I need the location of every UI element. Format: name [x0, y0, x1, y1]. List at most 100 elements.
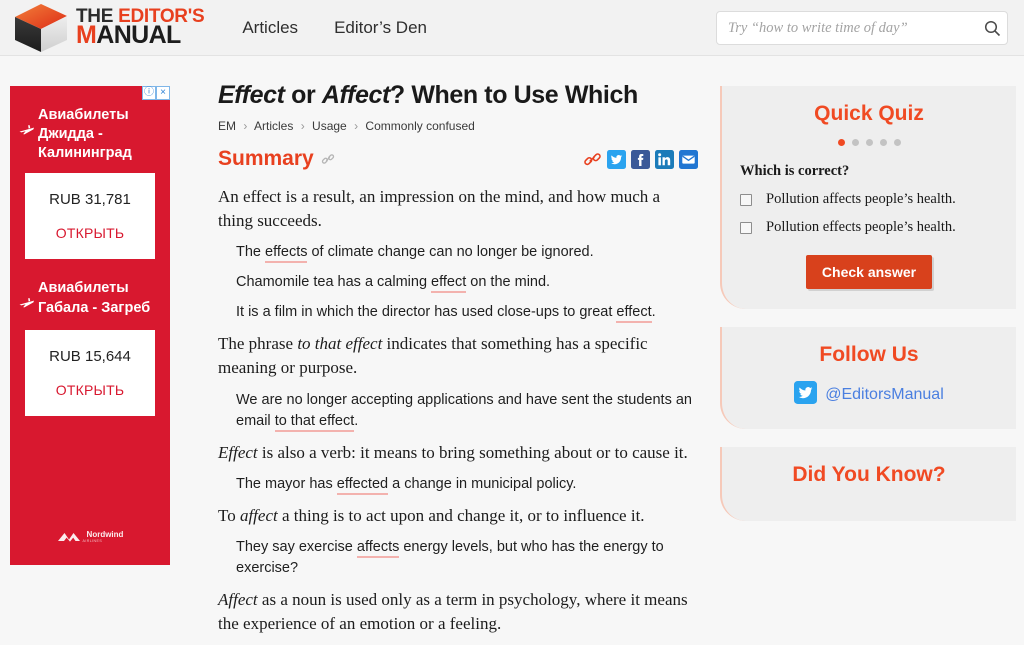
share-icons	[583, 149, 698, 169]
example-post: of climate change can no longer be ignor…	[307, 244, 594, 261]
right-sidebar: Quick Quiz Which is correct? Pollution a…	[720, 86, 1016, 521]
nordwind-mark-icon	[57, 533, 80, 542]
article-body: An effect is a result, an impression on …	[218, 185, 698, 636]
airplane-icon	[18, 122, 36, 146]
definition-pre: To	[218, 505, 240, 525]
ad-heading: Авиабилеты Габала - Загреб	[38, 280, 151, 316]
ad-offer-card[interactable]: RUB 31,781 ОТКРЫТЬ	[25, 173, 155, 260]
linkedin-share-icon[interactable]	[655, 149, 674, 169]
ad-cta-button[interactable]: ОТКРЫТЬ	[56, 382, 124, 398]
quiz-checkbox-2[interactable]	[740, 221, 752, 234]
quiz-dot-4[interactable]	[879, 139, 887, 146]
definition-emphasis: Effect	[218, 442, 258, 462]
search-box[interactable]	[716, 11, 1008, 45]
ad-brand-logo: Nordwind AIRLINES	[10, 531, 170, 543]
twitter-share-icon[interactable]	[607, 149, 626, 169]
ad-brand-sub: AIRLINES	[82, 539, 103, 543]
nav-item-articles[interactable]: Articles	[242, 18, 298, 38]
definition-post: a thing is to act upon and change it, or…	[277, 505, 645, 525]
definition-emphasis: affect	[239, 505, 278, 525]
example-sentence: The mayor has effected a change in munic…	[236, 474, 698, 495]
facebook-share-icon[interactable]	[631, 149, 650, 169]
summary-heading-label: Summary	[218, 147, 314, 170]
example-sentence: The effects of climate change can no lon…	[236, 242, 698, 264]
ad-brand-name: Nordwind	[86, 530, 124, 539]
example-pre: Chamomile tea has a calming	[236, 274, 432, 291]
twitter-icon	[794, 381, 818, 409]
example-highlight: effect	[431, 274, 467, 294]
logo-wordmark: THE EDITOR'S MANUAL	[76, 7, 205, 49]
ad-info-icon[interactable]: ⓘ	[142, 86, 156, 100]
ad-block-1[interactable]: Авиабилеты Джидда - Калининград RUB 31,7…	[10, 86, 170, 260]
site-logo[interactable]: THE EDITOR'S MANUAL	[10, 0, 205, 56]
example-post: a change in municipal policy.	[388, 475, 577, 492]
search-input[interactable]	[717, 19, 977, 37]
breadcrumb-item-em[interactable]: EM	[218, 119, 236, 133]
definition-emphasis: to that effect	[297, 334, 383, 354]
breadcrumb-separator: ›	[243, 119, 248, 133]
check-answer-button[interactable]: Check answer	[805, 255, 933, 289]
example-sentence: They say exercise affects energy levels,…	[236, 537, 698, 579]
follow-us-title: Follow Us	[819, 343, 919, 366]
definition-paragraph: The phrase to that effect indicates that…	[218, 332, 698, 380]
example-post: on the mind.	[466, 274, 551, 291]
main-nav: Articles Editor’s Den	[242, 18, 463, 38]
breadcrumb-separator: ›	[354, 119, 359, 133]
ad-column: ⓘ × Авиабилеты Джидда - Калининград RUB …	[10, 86, 170, 565]
definition-paragraph: To affect a thing is to act upon and cha…	[218, 504, 698, 528]
example-highlight: to that effect	[274, 412, 355, 432]
example-post: .	[651, 304, 656, 321]
quiz-checkbox-1[interactable]	[740, 193, 752, 206]
ad-cta-button[interactable]: ОТКРЫТЬ	[56, 225, 124, 241]
ad-controls: ⓘ ×	[142, 86, 170, 100]
ad-price: RUB 31,781	[49, 191, 131, 209]
title-or: or	[284, 81, 322, 109]
airplane-icon	[18, 295, 36, 319]
definition-emphasis: Affect	[218, 589, 258, 609]
quiz-dot-5[interactable]	[893, 139, 901, 146]
did-you-know-panel: Did You Know?	[720, 447, 1016, 521]
summary-row: Summary	[218, 147, 698, 171]
title-rest: ? When to Use Which	[389, 81, 638, 109]
ad-offer-card[interactable]: RUB 15,644 ОТКРЫТЬ	[25, 329, 155, 416]
ad-price: RUB 15,644	[49, 347, 131, 365]
quiz-option-label-1: Pollution affects people’s health.	[766, 191, 956, 207]
example-highlight: effects	[265, 244, 308, 264]
breadcrumb: EM › Articles › Usage › Commonly confuse…	[218, 119, 698, 133]
breadcrumb-item-commonly-confused[interactable]: Commonly confused	[365, 119, 474, 133]
example-pre: It is a film in which the director has u…	[236, 304, 617, 321]
article-main: Effect or Affect? When to Use Which EM ›…	[218, 80, 698, 645]
quiz-dot-2[interactable]	[851, 139, 859, 146]
breadcrumb-item-articles[interactable]: Articles	[254, 119, 293, 133]
ad-block-2[interactable]: Авиабилеты Габала - Загреб RUB 15,644 ОТ…	[10, 259, 170, 416]
quiz-dot-3[interactable]	[865, 139, 873, 146]
advertisement[interactable]: ⓘ × Авиабилеты Джидда - Калининград RUB …	[10, 86, 170, 565]
nav-item-editors-den[interactable]: Editor’s Den	[334, 18, 427, 38]
follow-us-panel: Follow Us @EditorsManual	[720, 327, 1016, 429]
email-share-icon[interactable]	[679, 149, 698, 169]
example-sentence: It is a film in which the director has u…	[236, 302, 698, 324]
did-you-know-title: Did You Know?	[792, 463, 946, 486]
search-icon[interactable]	[977, 20, 1007, 37]
title-affect: Affect	[321, 81, 390, 109]
link-anchor-icon[interactable]	[321, 152, 335, 166]
example-sentence: We are no longer accepting applications …	[236, 390, 698, 432]
twitter-handle[interactable]: @EditorsManual	[825, 386, 944, 404]
quiz-prompt: Which is correct?	[740, 163, 850, 179]
definition-paragraph: Effect is also a verb: it means to bring…	[218, 441, 698, 465]
example-highlight: affects	[356, 538, 400, 558]
quiz-option-1[interactable]: Pollution affects people’s health.	[740, 191, 998, 208]
twitter-follow-link[interactable]: @EditorsManual	[740, 381, 998, 409]
ad-close-icon[interactable]: ×	[156, 86, 170, 100]
definition-pre: The phrase	[218, 334, 298, 354]
logo-m: M	[76, 21, 97, 49]
copy-link-icon[interactable]	[583, 150, 602, 169]
quiz-title: Quick Quiz	[814, 102, 924, 125]
example-highlight: effect	[616, 304, 652, 324]
quiz-option-2[interactable]: Pollution effects people’s health.	[740, 219, 998, 236]
page-title: Effect or Affect? When to Use Which	[218, 80, 698, 110]
definition-paragraph: Affect as a noun is used only as a term …	[218, 588, 698, 636]
example-sentence: Chamomile tea has a calming effect on th…	[236, 272, 698, 294]
quiz-dot-1[interactable]	[837, 139, 845, 146]
breadcrumb-item-usage[interactable]: Usage	[312, 119, 347, 133]
